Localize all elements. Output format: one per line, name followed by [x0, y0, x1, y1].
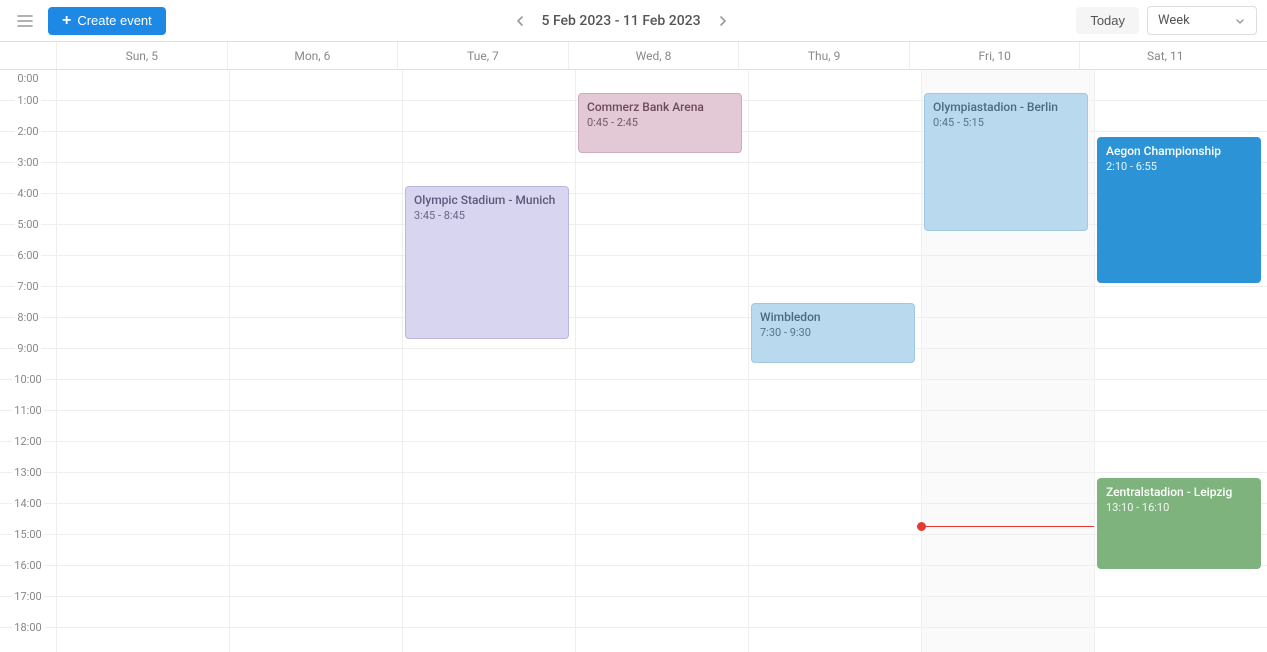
day-header[interactable]: Tue, 7 — [397, 42, 568, 69]
current-time-dot — [917, 522, 926, 531]
event-time: 13:10 - 16:10 — [1106, 501, 1252, 514]
chevron-down-icon — [1234, 15, 1246, 27]
view-select[interactable]: Week — [1147, 6, 1257, 35]
create-event-label: Create event — [77, 13, 151, 28]
day-headers: Sun, 5Mon, 6Tue, 7Wed, 8Thu, 9Fri, 10Sat… — [0, 42, 1267, 70]
day-header[interactable]: Sun, 5 — [56, 42, 227, 69]
view-select-label: Week — [1158, 13, 1190, 28]
next-button[interactable] — [713, 11, 733, 31]
toolbar: + Create event 5 Feb 2023 - 11 Feb 2023 … — [0, 0, 1267, 42]
day-header[interactable]: Sat, 11 — [1079, 42, 1250, 69]
chevron-right-icon — [717, 15, 729, 27]
plus-icon: + — [62, 13, 71, 29]
time-label: 18:00 — [0, 628, 56, 652]
calendar-grid: 0:001:002:003:004:005:006:007:008:009:00… — [0, 70, 1267, 652]
day-header[interactable]: Wed, 8 — [568, 42, 739, 69]
event-title: Zentralstadion - Leipzig — [1106, 485, 1252, 499]
day-header[interactable]: Fri, 10 — [909, 42, 1080, 69]
day-header[interactable]: Thu, 9 — [738, 42, 909, 69]
day-columns: Olympic Stadium - Munich 3:45 - 8:45 Comme… — [56, 70, 1267, 652]
day-column[interactable]: Commerz Bank Arena 0:45 - 2:45 — [575, 70, 748, 652]
create-event-button[interactable]: + Create event — [48, 7, 166, 35]
calendar-event[interactable]: Olympiastadion - Berlin 0:45 - 5:15 — [924, 93, 1088, 231]
current-time-indicator — [922, 526, 1094, 527]
calendar-grid-scroll[interactable]: 0:001:002:003:004:005:006:007:008:009:00… — [0, 70, 1267, 652]
hamburger-icon — [16, 12, 34, 30]
event-time: 3:45 - 8:45 — [414, 209, 560, 222]
event-time: 0:45 - 2:45 — [587, 116, 733, 129]
chevron-left-icon — [514, 15, 526, 27]
menu-button[interactable] — [10, 6, 40, 36]
event-title: Olympic Stadium - Munich — [414, 193, 560, 207]
day-column[interactable]: Aegon Championship 2:10 - 6:55 Zentralstad… — [1094, 70, 1267, 652]
event-title: Commerz Bank Arena — [587, 100, 733, 114]
day-column[interactable] — [229, 70, 402, 652]
calendar-event[interactable]: Zentralstadion - Leipzig 13:10 - 16:10 — [1097, 478, 1261, 569]
calendar-event[interactable]: Olympic Stadium - Munich 3:45 - 8:45 — [405, 186, 569, 339]
event-time: 2:10 - 6:55 — [1106, 160, 1252, 173]
calendar-event[interactable]: Commerz Bank Arena 0:45 - 2:45 — [578, 93, 742, 153]
event-time: 0:45 - 5:15 — [933, 116, 1079, 129]
day-column[interactable]: Olympic Stadium - Munich 3:45 - 8:45 — [402, 70, 575, 652]
date-range-label: 5 Feb 2023 - 11 Feb 2023 — [542, 13, 701, 29]
day-column[interactable] — [56, 70, 229, 652]
calendar-event[interactable]: Aegon Championship 2:10 - 6:55 — [1097, 137, 1261, 282]
event-title: Aegon Championship — [1106, 144, 1252, 158]
prev-button[interactable] — [510, 11, 530, 31]
date-navigation: 5 Feb 2023 - 11 Feb 2023 — [510, 11, 733, 31]
calendar-event[interactable]: Wimbledon 7:30 - 9:30 — [751, 303, 915, 363]
event-title: Olympiastadion - Berlin — [933, 100, 1079, 114]
day-column[interactable]: Olympiastadion - Berlin 0:45 - 5:15 — [921, 70, 1094, 652]
time-gutter: 0:001:002:003:004:005:006:007:008:009:00… — [0, 70, 56, 652]
day-column[interactable]: Wimbledon 7:30 - 9:30 — [748, 70, 921, 652]
today-button[interactable]: Today — [1076, 7, 1139, 34]
event-time: 7:30 - 9:30 — [760, 326, 906, 339]
event-title: Wimbledon — [760, 310, 906, 324]
day-header[interactable]: Mon, 6 — [227, 42, 398, 69]
